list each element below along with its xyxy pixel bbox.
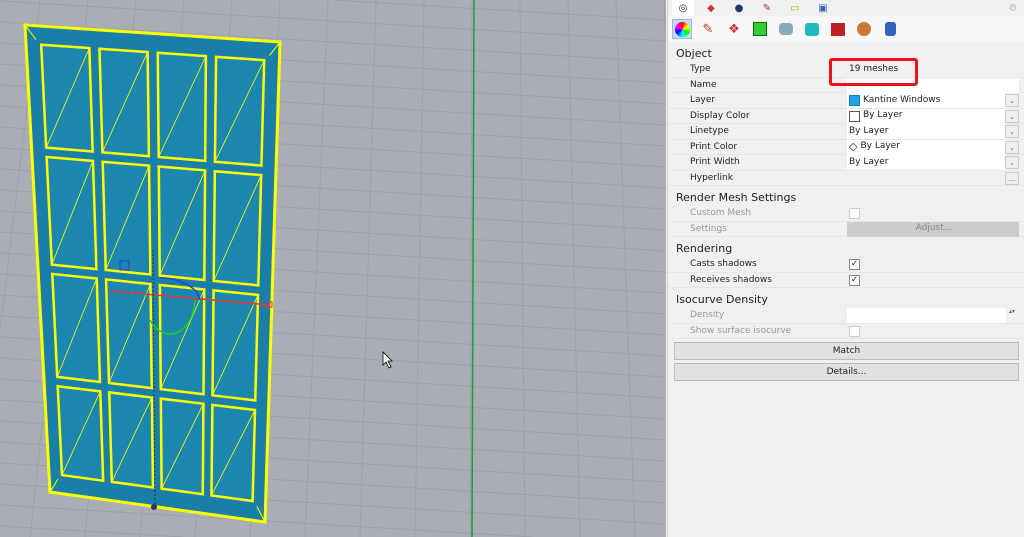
mouse-cursor-icon (382, 351, 393, 369)
diamond-icon: ◇ (849, 140, 858, 154)
grid-line (414, 0, 425, 537)
row-receives-shadows: Receives shadows ✓ (668, 273, 1024, 288)
print-color-value: By Layer (860, 141, 900, 152)
print-color-label: Print Color (690, 141, 738, 152)
chevron-down-icon[interactable]: ⌄ (1005, 156, 1019, 169)
render-tab-icon[interactable]: ● (728, 0, 750, 16)
layers-tab-icon[interactable]: ◆ (700, 0, 722, 16)
display-color-value: By Layer (863, 110, 903, 121)
grid-line (0, 525, 184, 537)
row-density: Density ▴▾ (668, 308, 1024, 324)
row-show-isocurve: Show surface isocurve (668, 324, 1024, 339)
row-casts-shadows: Casts shadows ✓ (668, 257, 1024, 273)
window-pane (104, 278, 154, 390)
y-axis-line (471, 0, 475, 537)
linetype-select[interactable]: By Layer (847, 124, 1006, 139)
print-width-label: Print Width (690, 157, 740, 167)
row-custom-mesh: Custom Mesh (668, 206, 1024, 222)
material-page-icon[interactable]: ✎ (698, 19, 718, 39)
match-button[interactable]: Match (674, 342, 1019, 360)
display-color-select[interactable]: By Layer (847, 108, 1006, 124)
grid-line (567, 0, 581, 537)
show-isocurve-label: Show surface isocurve (690, 325, 792, 336)
spinner-icon[interactable]: ▴▾ (1005, 309, 1019, 322)
density-label: Density (690, 310, 725, 320)
chevron-down-icon[interactable]: ⌄ (1005, 140, 1019, 154)
gumball-handle (151, 504, 157, 510)
receives-shadows-checkbox[interactable]: ✓ (849, 274, 860, 286)
chevron-down-icon[interactable]: ⌄ (1005, 125, 1019, 138)
materials-tab-icon[interactable]: ✎ (756, 0, 778, 16)
help-tab-icon[interactable]: ▣ (812, 0, 834, 16)
properties-tab-icon[interactable]: ◎ (672, 0, 694, 16)
color-swatch (849, 110, 860, 122)
highlight-box (829, 58, 918, 86)
casts-shadows-label: Casts shadows (690, 259, 757, 269)
decal-page-icon[interactable]: ❖ (724, 19, 744, 39)
row-settings: Settings Adjust... (668, 221, 1024, 237)
settings-label: Settings (690, 223, 727, 234)
row-linetype: Linetype By Layer ⌄ (668, 124, 1024, 140)
row-hyperlink: Hyperlink... (668, 171, 1024, 186)
casts-shadows-checkbox[interactable]: ✓ (849, 259, 860, 270)
window-pane (45, 155, 98, 271)
chevron-down-icon[interactable]: ⌄ (1005, 109, 1019, 123)
edge-softening-icon[interactable] (828, 19, 848, 39)
grid-line (663, 0, 666, 42)
property-pages: ✎ ❖ (668, 16, 1024, 42)
show-isocurve-checkbox[interactable] (849, 325, 860, 337)
layer-label: Layer (690, 95, 716, 105)
curve-piping-icon[interactable] (880, 19, 900, 39)
3d-viewport[interactable] (0, 0, 666, 537)
displacement-icon[interactable] (776, 19, 796, 39)
linetype-label: Linetype (690, 126, 729, 136)
row-print-color: Print Color ◇ By Layer ⌄ (668, 139, 1024, 155)
layer-select[interactable]: Kantine Windows (847, 93, 1006, 108)
print-width-select[interactable]: By Layer (847, 155, 1006, 170)
name-label: Name (690, 79, 717, 90)
hyperlink-label: Hyperlink (690, 172, 733, 183)
window-pane (39, 43, 94, 153)
density-input[interactable] (847, 308, 1006, 323)
section-isocurve: Isocurve Density (676, 293, 768, 306)
thickness-icon[interactable] (854, 19, 874, 39)
display-color-label: Display Color (690, 110, 750, 121)
folder-tab-icon[interactable]: ▭ (784, 0, 806, 16)
receives-shadows-label: Receives shadows (690, 274, 772, 285)
chevron-down-icon[interactable]: ⌄ (1005, 94, 1019, 107)
row-layer: Layer Kantine Windows ⌄ (668, 93, 1024, 109)
section-rendering: Rendering (676, 242, 733, 255)
panel-tabs: ◎ ◆ ● ✎ ▭ ▣ ⚙ (668, 0, 1024, 16)
grid-line (304, 0, 329, 537)
section-render-mesh: Render Mesh Settings (676, 191, 797, 204)
print-color-select[interactable]: ◇ By Layer (847, 139, 1006, 155)
settings-gear-icon[interactable]: ⚙ (1002, 0, 1024, 16)
texture-mapping-icon[interactable] (750, 19, 770, 39)
grid-line (359, 0, 377, 537)
grid-line (519, 0, 526, 537)
hyperlink-browse-button[interactable]: ... (1005, 171, 1019, 185)
shutlining-icon[interactable] (802, 19, 822, 39)
type-label: Type (690, 64, 711, 74)
layer-value: Kantine Windows (863, 94, 941, 105)
window-pane (50, 272, 102, 384)
details-button[interactable]: Details... (674, 363, 1019, 381)
adjust-button[interactable]: Adjust... (847, 221, 1019, 237)
layer-color-swatch (849, 95, 860, 106)
row-print-width: Print Width By Layer ⌄ (668, 155, 1024, 171)
custom-mesh-checkbox[interactable] (849, 208, 860, 219)
custom-mesh-label: Custom Mesh (690, 208, 752, 218)
object-page-icon[interactable] (672, 19, 692, 39)
viewport-canvas[interactable] (0, 0, 666, 537)
row-display-color: Display Color By Layer ⌄ (668, 108, 1024, 124)
